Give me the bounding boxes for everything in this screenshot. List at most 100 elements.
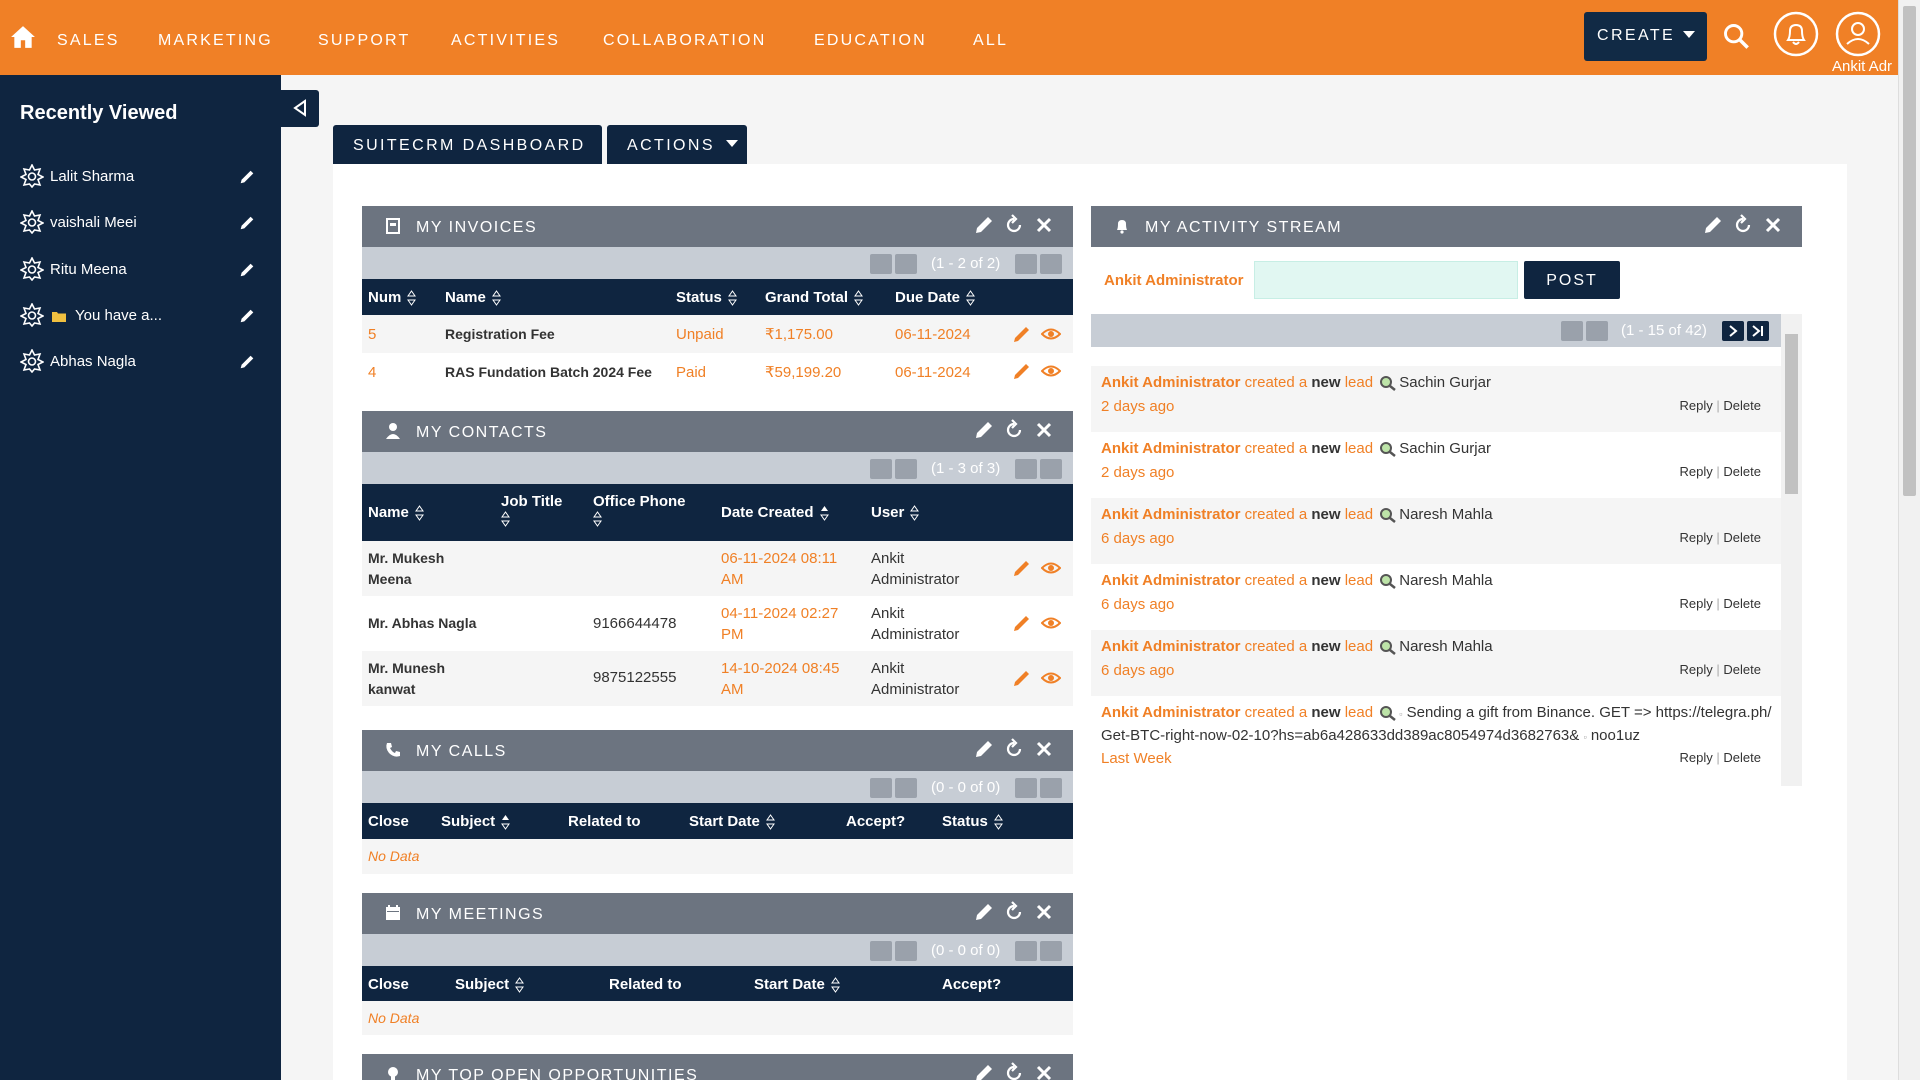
nav-education[interactable]: Education [814,32,927,50]
activity-post-input[interactable] [1254,261,1518,299]
edit-pencil-icon[interactable] [973,1062,995,1080]
nav-collaboration[interactable]: Collaboration [603,32,766,50]
reply-link[interactable]: Reply [1680,750,1713,765]
close-icon[interactable] [1033,901,1055,923]
pager-next-button[interactable] [1015,778,1037,798]
home-icon[interactable] [10,24,36,50]
stream-target[interactable]: Naresh Mahla [1399,638,1492,655]
username-label[interactable]: Ankit Adr [1832,58,1892,75]
cell-name[interactable]: Mr. Abhas Nagla [368,613,476,634]
reply-link[interactable]: Reply [1680,596,1713,611]
sidebar-item[interactable]: vaishali Meei [20,208,260,238]
delete-link[interactable]: Delete [1723,530,1761,545]
cell-name[interactable]: Registration Fee [445,324,555,345]
stream-actor[interactable]: Ankit Administrator [1101,638,1240,655]
pencil-icon[interactable] [238,168,256,186]
create-button[interactable]: CREATE [1584,12,1707,61]
col-name[interactable]: Name [368,504,424,521]
pager-prev-button[interactable] [895,941,917,961]
stream-actor[interactable]: Ankit Administrator [1101,572,1240,589]
pencil-icon[interactable] [238,307,256,325]
refresh-icon[interactable] [1003,738,1025,760]
nav-all[interactable]: All [973,32,1008,50]
edit-pencil-icon[interactable] [973,214,995,236]
nav-support[interactable]: Support [318,32,410,50]
delete-link[interactable]: Delete [1723,662,1761,677]
pager-last-button[interactable] [1040,459,1062,479]
scroll-thumb[interactable] [1785,334,1798,494]
pager-next-button[interactable] [1015,941,1037,961]
page-scrollbar[interactable] [1898,0,1920,1080]
activity-user-label[interactable]: Ankit Administrator [1104,272,1243,289]
stream-target[interactable]: Sachin Gurjar [1399,374,1491,391]
pager-prev-button[interactable] [1586,321,1608,341]
refresh-icon[interactable] [1003,419,1025,441]
cell-num[interactable]: 4 [368,362,376,383]
col-date-created[interactable]: Date Created [721,504,829,521]
delete-link[interactable]: Delete [1723,464,1761,479]
stream-scrollbar[interactable] [1781,314,1802,786]
reply-link[interactable]: Reply [1680,464,1713,479]
pager-last-button[interactable] [1040,778,1062,798]
col-status[interactable]: Status [676,289,737,306]
view-eye-icon[interactable] [1041,324,1061,344]
cell-name[interactable]: Mr. Mukesh Meena [368,548,444,590]
pager-last-button[interactable] [1747,321,1769,341]
edit-pencil-icon[interactable] [1012,361,1032,381]
pager-next-button[interactable] [1015,254,1037,274]
edit-pencil-icon[interactable] [1012,668,1032,688]
stream-target[interactable]: Naresh Mahla [1399,572,1492,589]
pager-prev-button[interactable] [895,778,917,798]
pager-next-button[interactable] [1015,459,1037,479]
sidebar-item[interactable]: Ritu Meena [20,255,260,285]
nav-sales[interactable]: Sales [57,32,120,50]
sidebar-item[interactable]: You have a... [20,301,260,331]
col-subject[interactable]: Subject [455,976,525,993]
pager-first-button[interactable] [870,459,892,479]
pager-last-button[interactable] [1040,941,1062,961]
pager-first-button[interactable] [870,941,892,961]
close-icon[interactable] [1033,1062,1055,1080]
sidebar-collapse-button[interactable] [281,90,319,127]
reply-link[interactable]: Reply [1680,398,1713,413]
post-button[interactable]: POST [1524,261,1620,299]
cell-name[interactable]: Mr. Munesh kanwat [368,658,445,700]
pencil-icon[interactable] [238,353,256,371]
col-office-phone[interactable]: Office Phone [593,493,686,527]
edit-pencil-icon[interactable] [1012,613,1032,633]
refresh-icon[interactable] [1732,214,1754,236]
tab-suitecrm-dashboard[interactable]: SUITECRM DASHBOARD [333,125,602,164]
col-subject[interactable]: Subject [441,813,511,830]
col-grand-total[interactable]: Grand Total [765,289,864,306]
edit-pencil-icon[interactable] [973,738,995,760]
page-scroll-thumb[interactable] [1903,6,1916,496]
stream-actor[interactable]: Ankit Administrator [1101,704,1240,721]
edit-pencil-icon[interactable] [973,901,995,923]
col-name[interactable]: Name [445,289,501,306]
refresh-icon[interactable] [1003,1062,1025,1080]
stream-actor[interactable]: Ankit Administrator [1101,374,1240,391]
pager-next-button[interactable] [1722,321,1744,341]
edit-pencil-icon[interactable] [1012,558,1032,578]
view-eye-icon[interactable] [1041,613,1061,633]
stream-target[interactable]: Naresh Mahla [1399,506,1492,523]
stream-actor[interactable]: Ankit Administrator [1101,506,1240,523]
delete-link[interactable]: Delete [1723,596,1761,611]
col-status[interactable]: Status [942,813,1003,830]
col-num[interactable]: Num [368,289,417,306]
actions-dropdown[interactable]: ACTIONS [607,125,747,164]
pencil-icon[interactable] [238,214,256,232]
pager-first-button[interactable] [870,254,892,274]
col-job-title[interactable]: Job Title [501,493,562,527]
sidebar-item[interactable]: Lalit Sharma [20,162,260,192]
reply-link[interactable]: Reply [1680,662,1713,677]
pager-first-button[interactable] [1561,321,1583,341]
nav-marketing[interactable]: Marketing [158,32,273,50]
col-user[interactable]: User [871,504,920,521]
close-icon[interactable] [1033,738,1055,760]
delete-link[interactable]: Delete [1723,750,1761,765]
view-eye-icon[interactable] [1041,361,1061,381]
stream-actor[interactable]: Ankit Administrator [1101,440,1240,457]
close-icon[interactable] [1762,214,1784,236]
close-icon[interactable] [1033,419,1055,441]
